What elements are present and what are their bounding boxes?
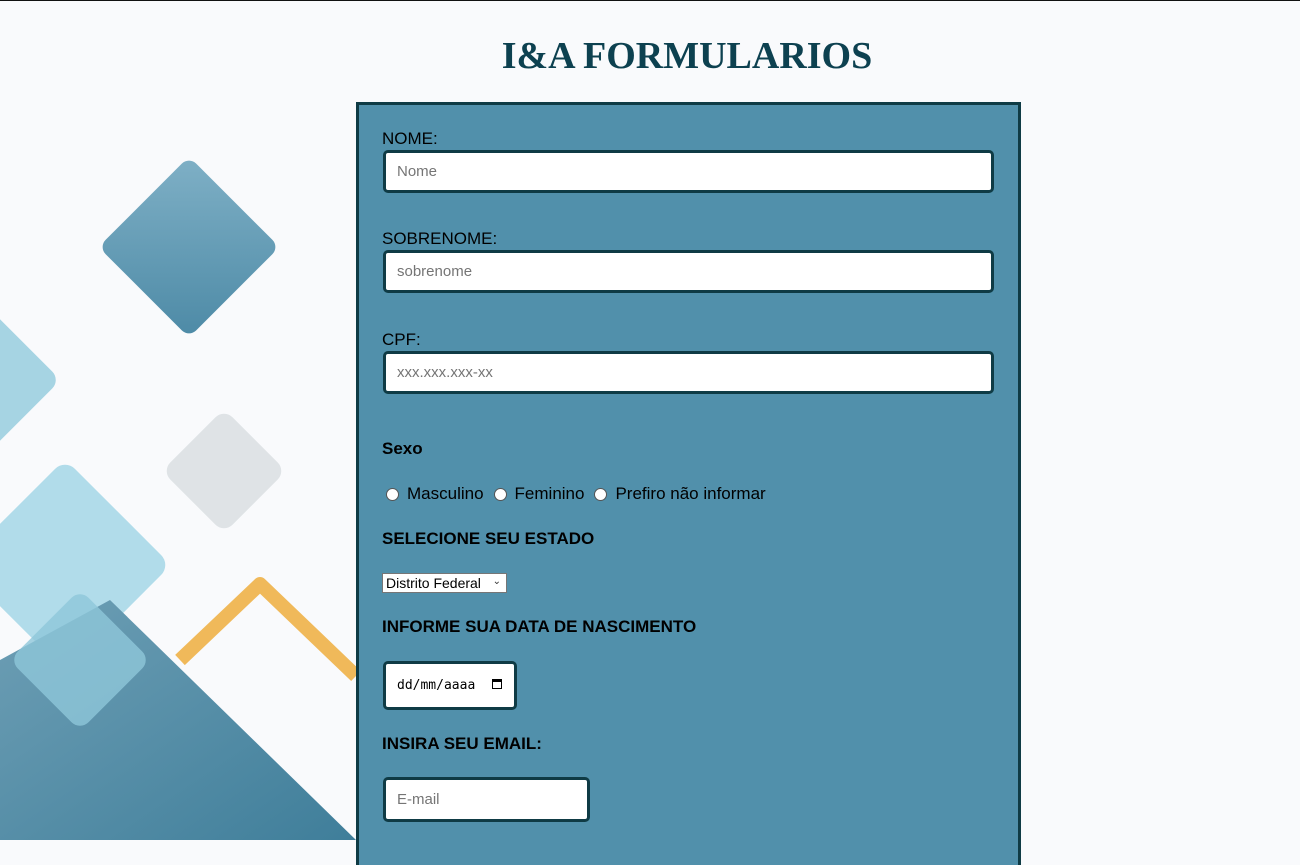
radio-prefiro-circle[interactable] [594,487,608,501]
calendar-icon[interactable] [492,679,502,689]
sexo-label: Sexo [382,439,423,458]
radio-feminino[interactable]: Feminino [493,484,585,504]
nascimento-date-input[interactable]: dd/mm/aaaa [383,661,517,710]
page-title: I&A FORMULARIOS [501,35,873,77]
registration-form: NOME: SOBRENOME: CPF: Sexo Masculino Fem… [356,102,1021,865]
cpf-input[interactable] [383,351,994,394]
nome-label: NOME: [382,129,438,148]
radio-masculino-label: Masculino [407,484,484,503]
nome-input[interactable] [383,150,994,193]
nascimento-label: INFORME SUA DATA DE NASCIMENTO [382,617,697,636]
date-placeholder: dd/mm/aaaa [397,678,476,693]
radio-prefiro-nao-informar[interactable]: Prefiro não informar [594,484,766,504]
radio-prefiro-label: Prefiro não informar [615,484,766,503]
radio-feminino-label: Feminino [514,484,585,503]
estado-select[interactable]: Distrito Federal ⌄ [382,573,507,593]
sobrenome-input[interactable] [383,250,994,293]
chevron-down-icon: ⌄ [492,576,501,587]
sexo-radio-group: Masculino Feminino Prefiro não informar [386,484,776,504]
email-input[interactable] [383,777,590,822]
cpf-label: CPF: [382,330,421,349]
sobrenome-label: SOBRENOME: [382,229,498,248]
radio-masculino-circle[interactable] [386,487,399,501]
radio-feminino-circle[interactable] [493,487,507,501]
estado-selected-value: Distrito Federal [386,575,481,591]
radio-masculino[interactable]: Masculino [386,484,484,504]
email-label: INSIRA SEU EMAIL: [382,734,542,753]
estado-label: SELECIONE SEU ESTADO [382,529,595,548]
